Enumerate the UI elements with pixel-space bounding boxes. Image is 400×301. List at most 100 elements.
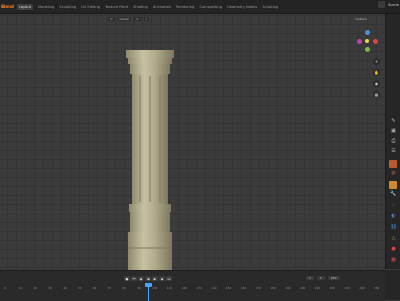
ruler-tick-label: 100 xyxy=(152,286,158,290)
pan-hand-icon[interactable]: ✋ xyxy=(373,69,380,76)
column-object[interactable] xyxy=(120,48,180,274)
data-properties-icon[interactable]: △ xyxy=(389,235,398,241)
column-capital-top xyxy=(126,50,174,58)
viewport-header: ↻ Global ⊙ ⌖ Options xyxy=(0,14,385,23)
ruler-tick-label: 230 xyxy=(344,286,350,290)
column-plinth xyxy=(128,232,172,270)
ruler-tick-label: 190 xyxy=(285,286,291,290)
tab-geometry-nodes[interactable]: Geometry Nodes xyxy=(227,5,257,9)
playhead-line[interactable] xyxy=(148,283,149,301)
output-properties-icon[interactable]: ⎙ xyxy=(389,138,398,144)
navigation-gizmo[interactable] xyxy=(356,30,378,52)
end-frame-field[interactable]: 250 xyxy=(327,276,340,280)
ruler-tick-label: 20 xyxy=(33,286,38,290)
ruler-tick-label: 240 xyxy=(359,286,365,290)
next-keyframe-icon[interactable]: ◆ xyxy=(159,276,165,281)
ruler-tick-label: 0 xyxy=(4,286,6,290)
ruler-tick-label: 90 xyxy=(137,286,141,290)
app-logo[interactable]: Blend xyxy=(1,4,14,9)
timeline-controls: ● ⏮ ◆ ◀ ▶ ◆ ⏭ 1 1 250 xyxy=(0,276,385,282)
ruler-tick-label: 250 xyxy=(374,286,380,290)
ruler-tick-label: 210 xyxy=(314,286,321,290)
tab-shading[interactable]: Shading xyxy=(133,5,148,9)
jump-start-icon[interactable]: ⏮ xyxy=(131,276,137,281)
column-base-middle xyxy=(130,212,170,232)
play-icon[interactable]: ▶ xyxy=(152,276,158,281)
properties-tab-strip: ✎ ▣ ⎙ ☰ ◍ 🔧 ∴ ◐ ⛓ △ ● ▩ xyxy=(385,14,400,269)
gizmo-z-axis[interactable] xyxy=(365,30,370,35)
ruler-tick-label: 70 xyxy=(107,286,112,290)
ruler-tick-label: 40 xyxy=(63,286,67,290)
tool-properties-icon[interactable]: ✎ xyxy=(389,118,398,124)
options-dropdown[interactable]: Options xyxy=(355,17,367,21)
gizmo-y-axis[interactable] xyxy=(365,47,370,52)
gizmo-x-axis[interactable] xyxy=(373,39,378,44)
orientation-dropdown[interactable]: Global xyxy=(117,16,132,21)
play-reverse-icon[interactable]: ◀ xyxy=(145,276,151,281)
ruler-tick-label: 180 xyxy=(270,286,276,290)
ruler-tick-label: 30 xyxy=(48,286,52,290)
tab-modeling[interactable]: Modeling xyxy=(38,5,54,9)
ruler-tick-label: 110 xyxy=(166,286,173,290)
ruler-tick-label: 10 xyxy=(18,286,23,290)
gizmo-neg-x-axis[interactable] xyxy=(357,39,362,44)
playback-buttons: ● ⏮ ◆ ◀ ▶ ◆ ⏭ xyxy=(124,276,172,281)
ruler-tick-label: 50 xyxy=(78,286,82,290)
gizmo-center xyxy=(365,39,369,43)
column-capital-middle xyxy=(128,58,172,64)
scene-selector-icon[interactable] xyxy=(378,1,386,8)
tab-animation[interactable]: Animation xyxy=(153,5,171,9)
modifier-properties-icon[interactable]: 🔧 xyxy=(389,191,398,197)
tab-scripting[interactable]: Scripting xyxy=(262,5,278,9)
view-layer-icon[interactable]: ☰ xyxy=(389,148,398,154)
texture-properties-icon[interactable]: ▩ xyxy=(389,257,398,263)
frame-ruler[interactable]: 0 10 20 30 40 50 60 70 80 90 100 110 120 130 140 150 160… xyxy=(0,286,385,291)
tab-sculpting[interactable]: Sculpting xyxy=(59,5,76,9)
snap-icon[interactable]: ⌖ xyxy=(143,16,150,21)
tab-uv-editing[interactable]: UV Editing xyxy=(81,5,100,9)
orientation-icon: ↻ xyxy=(108,16,115,21)
ruler-tick-label: 140 xyxy=(211,286,217,290)
topbar-right: Scene xyxy=(378,1,399,8)
render-properties-icon[interactable]: ▣ xyxy=(389,128,398,134)
ruler-tick-label: 60 xyxy=(92,286,97,290)
material-properties-icon[interactable]: ● xyxy=(389,246,398,252)
ruler-tick-label: 220 xyxy=(329,286,335,290)
workspace-tabs-bar: Blend Layout Modeling Sculpting UV Editi… xyxy=(0,0,400,14)
frame-range: 1 1 250 xyxy=(306,276,340,280)
physics-icon[interactable]: ◐ xyxy=(389,213,398,219)
camera-view-icon[interactable]: ◉ xyxy=(373,80,380,87)
perspective-toggle-icon[interactable]: ▦ xyxy=(373,91,380,98)
viewport-nav-tools: + ✋ ◉ ▦ xyxy=(373,58,380,98)
tab-compositing[interactable]: Compositing xyxy=(199,5,222,9)
tab-rendering[interactable]: Rendering xyxy=(176,5,194,9)
x-axis-line xyxy=(0,212,385,213)
3d-viewport[interactable] xyxy=(0,14,385,269)
start-frame-field[interactable]: 1 xyxy=(316,276,325,280)
record-icon[interactable]: ● xyxy=(124,276,130,281)
scene-label[interactable]: Scene xyxy=(388,3,399,7)
current-frame-field[interactable]: 1 xyxy=(306,276,314,280)
object-properties-icon[interactable] xyxy=(389,181,397,189)
tab-texture-paint[interactable]: Texture Paint xyxy=(105,5,128,9)
ruler-tick-label: 120 xyxy=(181,286,187,290)
ruler-tick-label: 150 xyxy=(226,286,232,290)
constraints-icon[interactable]: ⛓ xyxy=(389,224,398,230)
prev-keyframe-icon[interactable]: ◆ xyxy=(138,276,144,281)
tab-layout[interactable]: Layout xyxy=(16,3,34,10)
ruler-tick-label: 130 xyxy=(196,286,202,290)
column-base-ring xyxy=(129,204,171,212)
ruler-tick-label: 160 xyxy=(240,286,247,290)
particles-icon[interactable]: ∴ xyxy=(389,202,398,208)
world-properties-icon[interactable]: ◍ xyxy=(389,170,398,176)
scene-properties-icon[interactable] xyxy=(389,160,397,168)
pivot-icon[interactable]: ⊙ xyxy=(134,16,141,21)
ruler-tick-label: 170 xyxy=(255,286,261,290)
timeline-panel[interactable]: ● ⏮ ◆ ◀ ▶ ◆ ⏭ 1 1 250 0 10 20 30 40 50 60 70 80 9… xyxy=(0,270,385,301)
ruler-tick-label: 80 xyxy=(122,286,126,290)
ruler-tick-label: 200 xyxy=(300,286,306,290)
jump-end-icon[interactable]: ⏭ xyxy=(166,276,172,281)
zoom-icon[interactable]: + xyxy=(373,58,380,65)
transform-orientation[interactable]: ↻ Global ⊙ ⌖ xyxy=(108,16,150,21)
timeline-side-strip xyxy=(385,270,400,300)
